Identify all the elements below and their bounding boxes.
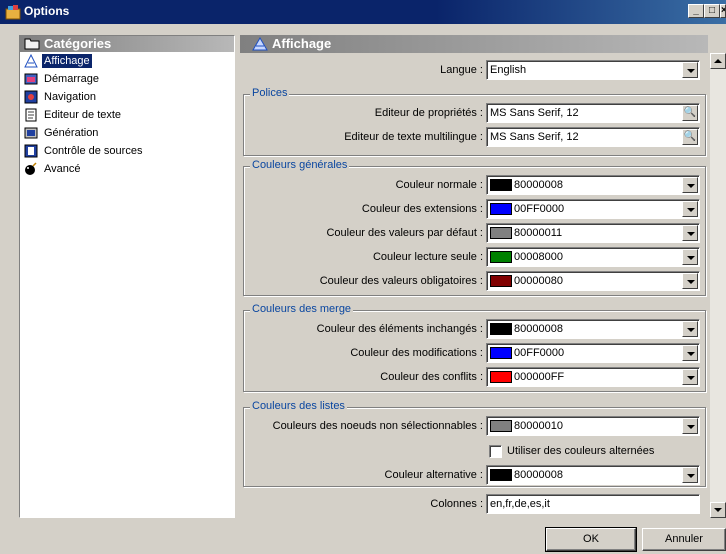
chevron-down-icon[interactable]	[682, 321, 698, 337]
color-swatch	[490, 323, 512, 335]
couleur-inchanges-label: Couleur des éléments inchangés :	[316, 323, 483, 335]
couleur-lecture-seule-label: Couleur lecture seule :	[372, 251, 483, 263]
couleur-modifications-label: Couleur des modifications :	[350, 347, 483, 359]
startup-icon	[24, 73, 38, 85]
color-swatch	[490, 371, 512, 383]
editeur-multilingue-font-field[interactable]: MS Sans Serif, 12 🔍	[486, 127, 700, 147]
panel-title: Affichage	[272, 36, 332, 51]
window-title: Options	[24, 4, 70, 18]
bomb-icon	[25, 162, 37, 175]
source-control-icon	[24, 144, 38, 158]
couleur-valeurs-obligatoires-label: Couleur des valeurs obligatoires :	[319, 275, 483, 287]
color-swatch	[490, 420, 512, 432]
chevron-down-icon[interactable]	[682, 273, 698, 289]
categories-title: Catégories	[44, 36, 112, 51]
editeur-multilingue-label: Editeur de texte multilingue :	[344, 131, 483, 143]
cancel-button[interactable]: Annuler	[642, 528, 726, 551]
generation-icon	[24, 127, 38, 139]
folder-icon	[24, 38, 40, 50]
minimize-button[interactable]: _	[688, 4, 704, 18]
maximize-button[interactable]: □	[704, 4, 720, 18]
chevron-down-icon[interactable]	[682, 418, 698, 434]
chevron-down-icon[interactable]	[682, 345, 698, 361]
color-swatch	[490, 469, 512, 481]
couleurs-generales-title: Couleurs générales	[250, 159, 350, 171]
noeuds-non-selectionnables-label: Couleurs des noeuds non sélectionnables …	[272, 420, 483, 432]
alternate-colors-label: Utiliser des couleurs alternées	[507, 445, 655, 457]
couleur-conflits-label: Couleur des conflits :	[380, 371, 483, 383]
couleur-normale-select[interactable]: 80000008	[486, 175, 700, 195]
chevron-down-icon[interactable]	[682, 201, 698, 217]
display-icon	[252, 37, 268, 51]
chevron-down-icon[interactable]	[682, 369, 698, 385]
color-swatch	[490, 275, 512, 287]
category-item-navigation[interactable]: Navigation	[20, 88, 234, 106]
couleur-conflits-select[interactable]: 000000FF	[486, 367, 700, 387]
couleurs-listes-title: Couleurs des listes	[250, 400, 347, 412]
title-bar: Options _ □ ×	[0, 0, 726, 24]
editeur-proprietes-label: Editeur de propriétés :	[374, 107, 483, 119]
font-picker-icon[interactable]: 🔍	[682, 105, 698, 121]
couleur-extensions-label: Couleur des extensions :	[361, 203, 483, 215]
couleurs-merge-title: Couleurs des merge	[250, 303, 354, 315]
chevron-down-icon[interactable]	[682, 249, 698, 265]
ok-button[interactable]: OK	[545, 527, 637, 552]
category-item-avance[interactable]: Avancé	[20, 160, 234, 178]
display-icon	[24, 54, 38, 68]
font-picker-icon[interactable]: 🔍	[682, 129, 698, 145]
panel-header: Affichage	[240, 35, 708, 53]
text-editor-icon	[25, 108, 37, 122]
settings-panel: Affichage Langue : English Polices Edite…	[240, 35, 708, 518]
editeur-proprietes-font-field[interactable]: MS Sans Serif, 12 🔍	[486, 103, 700, 123]
couleur-lecture-seule-select[interactable]: 00008000	[486, 247, 700, 267]
alternate-colors-checkbox[interactable]	[489, 445, 502, 458]
color-swatch	[490, 347, 512, 359]
category-item-demarrage[interactable]: Démarrage	[20, 70, 234, 88]
color-swatch	[490, 251, 512, 263]
chevron-down-icon[interactable]	[682, 467, 698, 483]
couleur-valeurs-defaut-label: Couleur des valeurs par défaut :	[326, 227, 483, 239]
category-item-editeur-texte[interactable]: Editeur de texte	[20, 106, 234, 124]
color-swatch	[490, 227, 512, 239]
close-button[interactable]: ×	[720, 4, 726, 18]
couleur-normale-label: Couleur normale :	[395, 179, 483, 191]
category-item-affichage[interactable]: Affichage	[20, 52, 234, 70]
navigation-icon	[24, 90, 38, 104]
couleur-modifications-select[interactable]: 00FF0000	[486, 343, 700, 363]
categories-header: Catégories	[20, 36, 234, 52]
couleur-valeurs-defaut-select[interactable]: 80000011	[486, 223, 700, 243]
polices-title: Polices	[250, 87, 290, 99]
chevron-down-icon[interactable]	[682, 225, 698, 241]
scroll-down-arrow-icon[interactable]	[710, 502, 726, 518]
scroll-up-arrow-icon[interactable]	[710, 53, 726, 69]
couleur-valeurs-obligatoires-select[interactable]: 00000080	[486, 271, 700, 291]
chevron-down-icon[interactable]	[682, 62, 698, 78]
color-swatch	[490, 179, 512, 191]
category-item-controle-sources[interactable]: Contrôle de sources	[20, 142, 234, 160]
langue-label: Langue :	[440, 64, 483, 76]
chevron-down-icon[interactable]	[682, 177, 698, 193]
colonnes-label: Colonnes :	[430, 498, 483, 510]
color-swatch	[490, 203, 512, 215]
couleur-alternative-select[interactable]: 80000008	[486, 465, 700, 485]
couleur-alternative-label: Couleur alternative :	[384, 469, 483, 481]
category-item-generation[interactable]: Génération	[20, 124, 234, 142]
langue-select[interactable]: English	[486, 60, 700, 80]
app-icon	[5, 5, 21, 20]
vertical-scrollbar[interactable]	[710, 53, 726, 518]
couleur-extensions-select[interactable]: 00FF0000	[486, 199, 700, 219]
couleur-inchanges-select[interactable]: 80000008	[486, 319, 700, 339]
colonnes-input[interactable]: en,fr,de,es,it	[486, 494, 700, 514]
categories-panel: Catégories Affichage Démarrage Navigatio…	[19, 35, 235, 518]
noeuds-non-selectionnables-select[interactable]: 80000010	[486, 416, 700, 436]
